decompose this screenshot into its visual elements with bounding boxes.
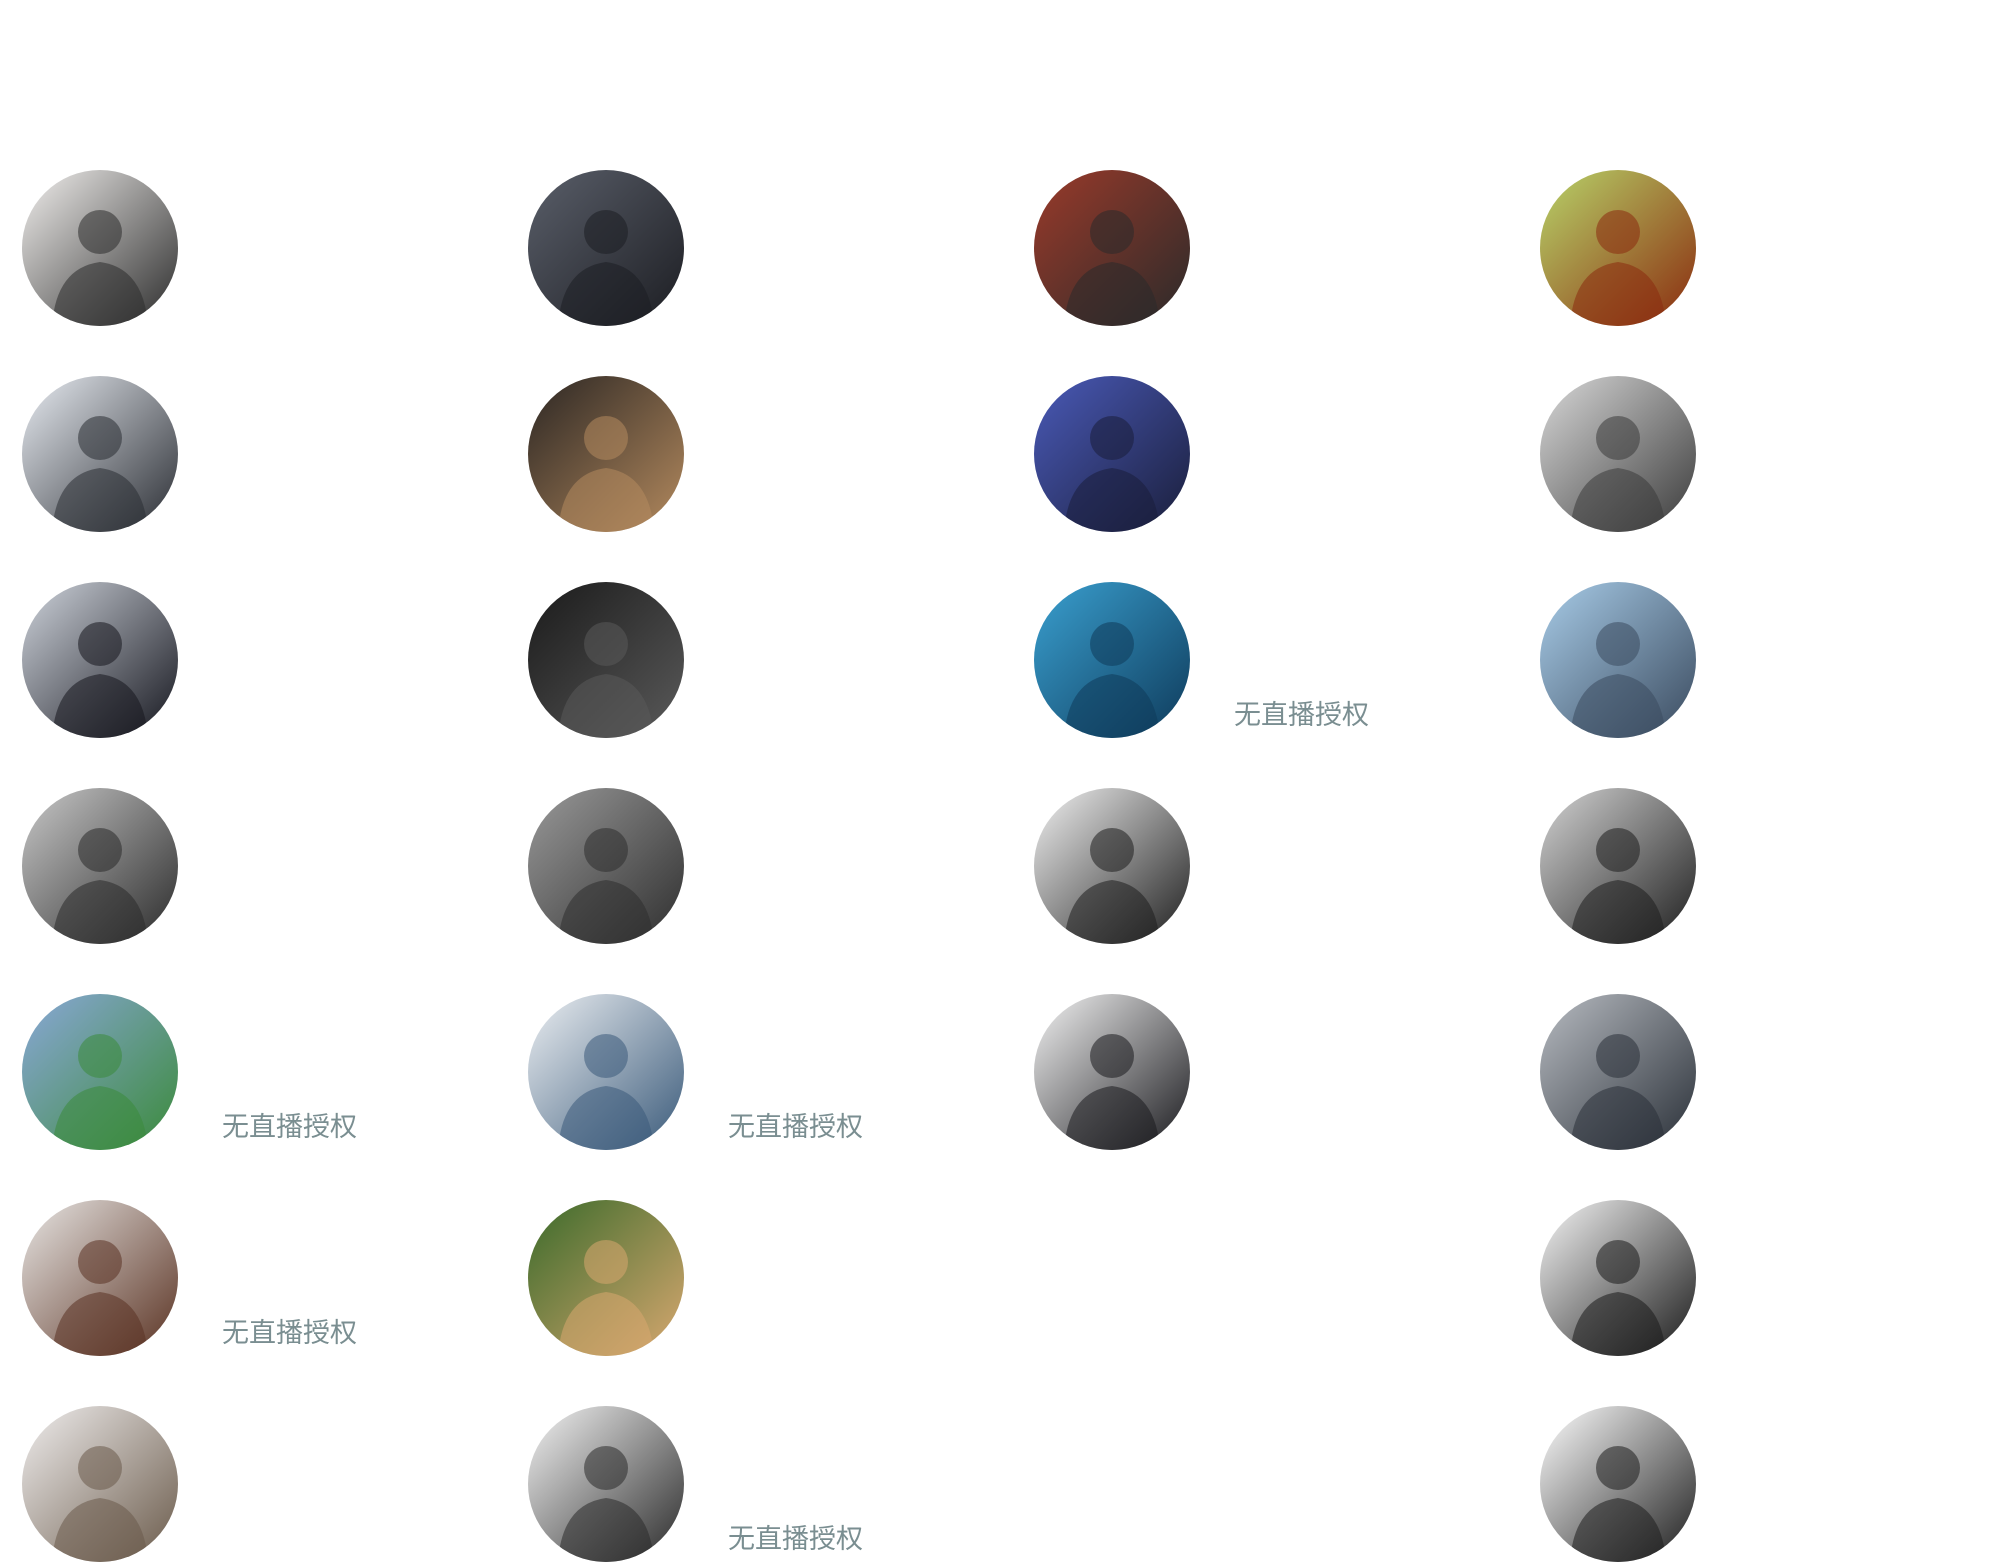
artist-avatar-split-dj-portrait[interactable] (1034, 170, 1190, 326)
no-live-auth-label: 无直播授权 (222, 1318, 357, 1349)
artist-avatar-woman-orange-hair-leaves[interactable] (528, 1200, 684, 1356)
artist-card[interactable] (506, 572, 986, 742)
artist-card[interactable] (0, 778, 480, 948)
artist-avatar-man-dice-headphones[interactable] (1034, 788, 1190, 944)
artist-card[interactable] (0, 160, 480, 330)
artist-card[interactable] (1518, 160, 1998, 330)
artist-card[interactable]: 无直播授权 (0, 1190, 480, 1360)
artist-avatar-man-glasses-striped[interactable] (528, 376, 684, 532)
artist-avatar-man-denim-jacket[interactable] (528, 994, 684, 1150)
artist-avatar-band-in-snow[interactable] (22, 376, 178, 532)
no-live-auth-label: 无直播授权 (1234, 700, 1369, 731)
artist-avatar-duo-dark-hair[interactable] (1540, 1406, 1696, 1562)
artist-avatar-woman-black-dress[interactable] (1540, 1200, 1696, 1356)
artist-avatar-band-four-men[interactable] (22, 170, 178, 326)
artist-card[interactable]: 无直播授权 (1012, 572, 1492, 742)
artist-avatar-woman-long-hair[interactable] (22, 1200, 178, 1356)
artist-card[interactable] (506, 778, 986, 948)
artist-card[interactable] (0, 572, 480, 742)
artist-card[interactable] (1518, 1190, 1998, 1360)
artist-avatar-dj-hands-together[interactable] (1034, 994, 1190, 1150)
artist-avatar-man-bw-closeup[interactable] (22, 788, 178, 944)
no-live-auth-label: 无直播授权 (222, 1112, 357, 1143)
no-live-auth-label: 无直播授权 (728, 1112, 863, 1143)
artist-card[interactable] (1518, 366, 1998, 536)
artist-card[interactable] (1518, 778, 1998, 948)
no-live-auth-label: 无直播授权 (728, 1524, 863, 1555)
artist-card[interactable] (506, 160, 986, 330)
artist-card[interactable]: 无直播授权 (506, 1396, 986, 1566)
artist-avatar-band-blue-stage[interactable] (1034, 582, 1190, 738)
artist-card[interactable] (1012, 984, 1492, 1154)
artist-avatar-woman-grey-background[interactable] (1540, 788, 1696, 944)
artist-card[interactable] (506, 366, 986, 536)
artist-card[interactable] (0, 1396, 480, 1566)
artist-grid: 无直播授权 无直播授权 无直播授权 无直播授权 无直播授权 (0, 0, 1998, 1562)
artist-card[interactable] (506, 1190, 986, 1360)
artist-card[interactable] (1518, 572, 1998, 742)
artist-avatar-man-black-shirt[interactable] (528, 170, 684, 326)
artist-card[interactable] (1012, 366, 1492, 536)
artist-card[interactable]: 无直播授权 (506, 984, 986, 1154)
artist-avatar-anime-illustration[interactable] (1540, 170, 1696, 326)
artist-avatar-duo-white-shirts[interactable] (528, 1406, 684, 1562)
artist-avatar-woman-dark-hair[interactable] (22, 582, 178, 738)
artist-avatar-man-bw-profile[interactable] (528, 582, 684, 738)
artist-avatar-group-colorful-garden[interactable] (22, 994, 178, 1150)
artist-avatar-woman-bw-room[interactable] (528, 788, 684, 944)
artist-card[interactable] (0, 366, 480, 536)
artist-card[interactable] (1012, 160, 1492, 330)
artist-avatar-woman-updo-hair[interactable] (22, 1406, 178, 1562)
artist-card[interactable] (1518, 984, 1998, 1154)
artist-card[interactable] (1518, 1396, 1998, 1566)
artist-avatar-band-five-members[interactable] (1540, 994, 1696, 1150)
artist-avatar-dj-blue-lights[interactable] (1034, 376, 1190, 532)
artist-card[interactable]: 无直播授权 (0, 984, 480, 1154)
artist-avatar-woman-bw-piano[interactable] (1540, 376, 1696, 532)
artist-avatar-man-nyc-tshirt[interactable] (1540, 582, 1696, 738)
artist-card[interactable] (1012, 778, 1492, 948)
